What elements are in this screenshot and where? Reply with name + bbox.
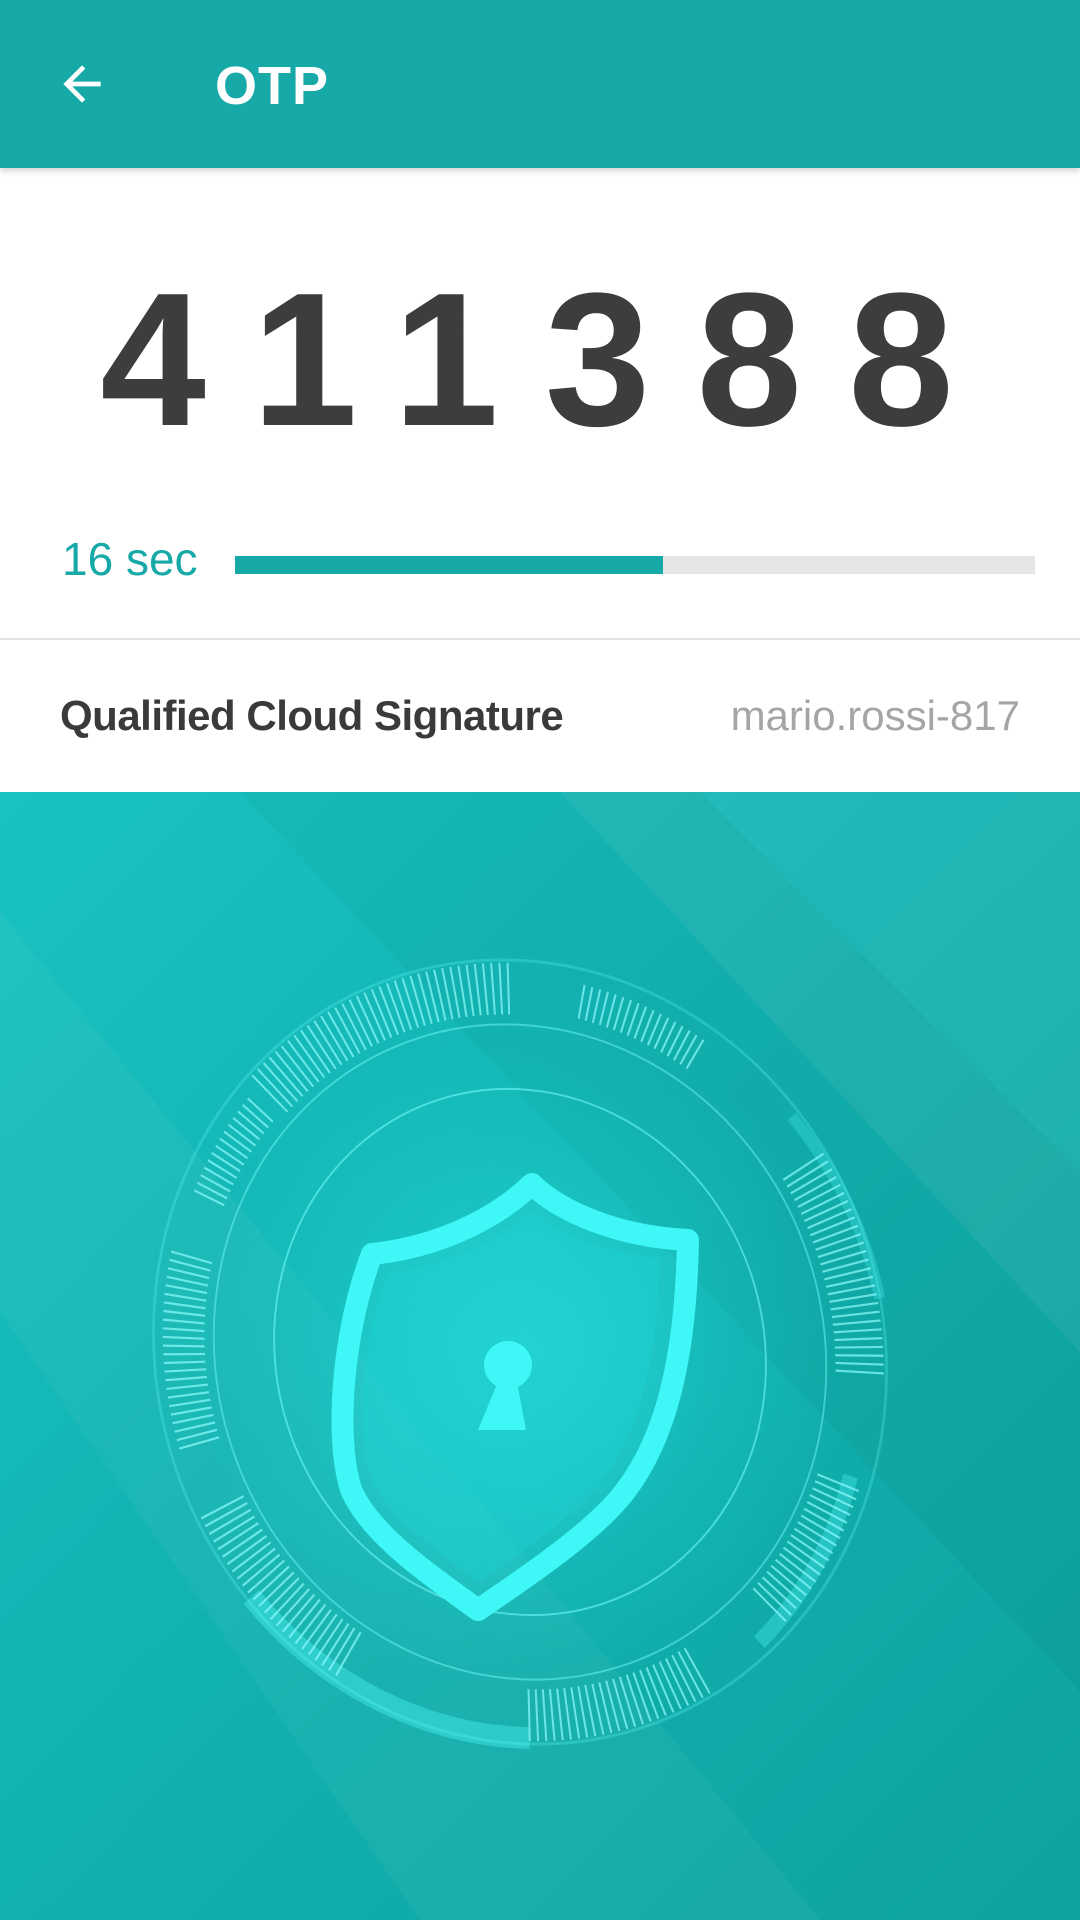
service-row: Qualified Cloud Signature mario.rossi-81…: [0, 640, 1080, 792]
otp-code: 411388: [100, 254, 1000, 466]
ring-tick: [401, 977, 420, 1028]
timer-progress-fill: [235, 556, 663, 574]
ring-tick: [393, 980, 413, 1031]
ring-tick: [385, 982, 406, 1033]
ring-tick: [251, 1074, 289, 1113]
otp-screen: OTP 411388 16 sec Qualified Cloud Signat…: [0, 0, 1080, 1920]
back-button[interactable]: [38, 40, 126, 128]
page-title: OTP: [215, 56, 330, 116]
shield-lock-icon: [0, 792, 1080, 1920]
security-illustration: [0, 792, 1080, 1920]
service-username: mario.rossi-817: [730, 692, 1020, 739]
service-name: Qualified Cloud Signature: [60, 692, 564, 739]
otp-panel: 411388 16 sec: [0, 168, 1080, 638]
timer-label: 16 sec: [62, 533, 198, 585]
arrow-back-icon: [63, 65, 101, 103]
timer-progress-bar: [235, 556, 1035, 574]
app-bar: OTP: [0, 0, 1080, 168]
